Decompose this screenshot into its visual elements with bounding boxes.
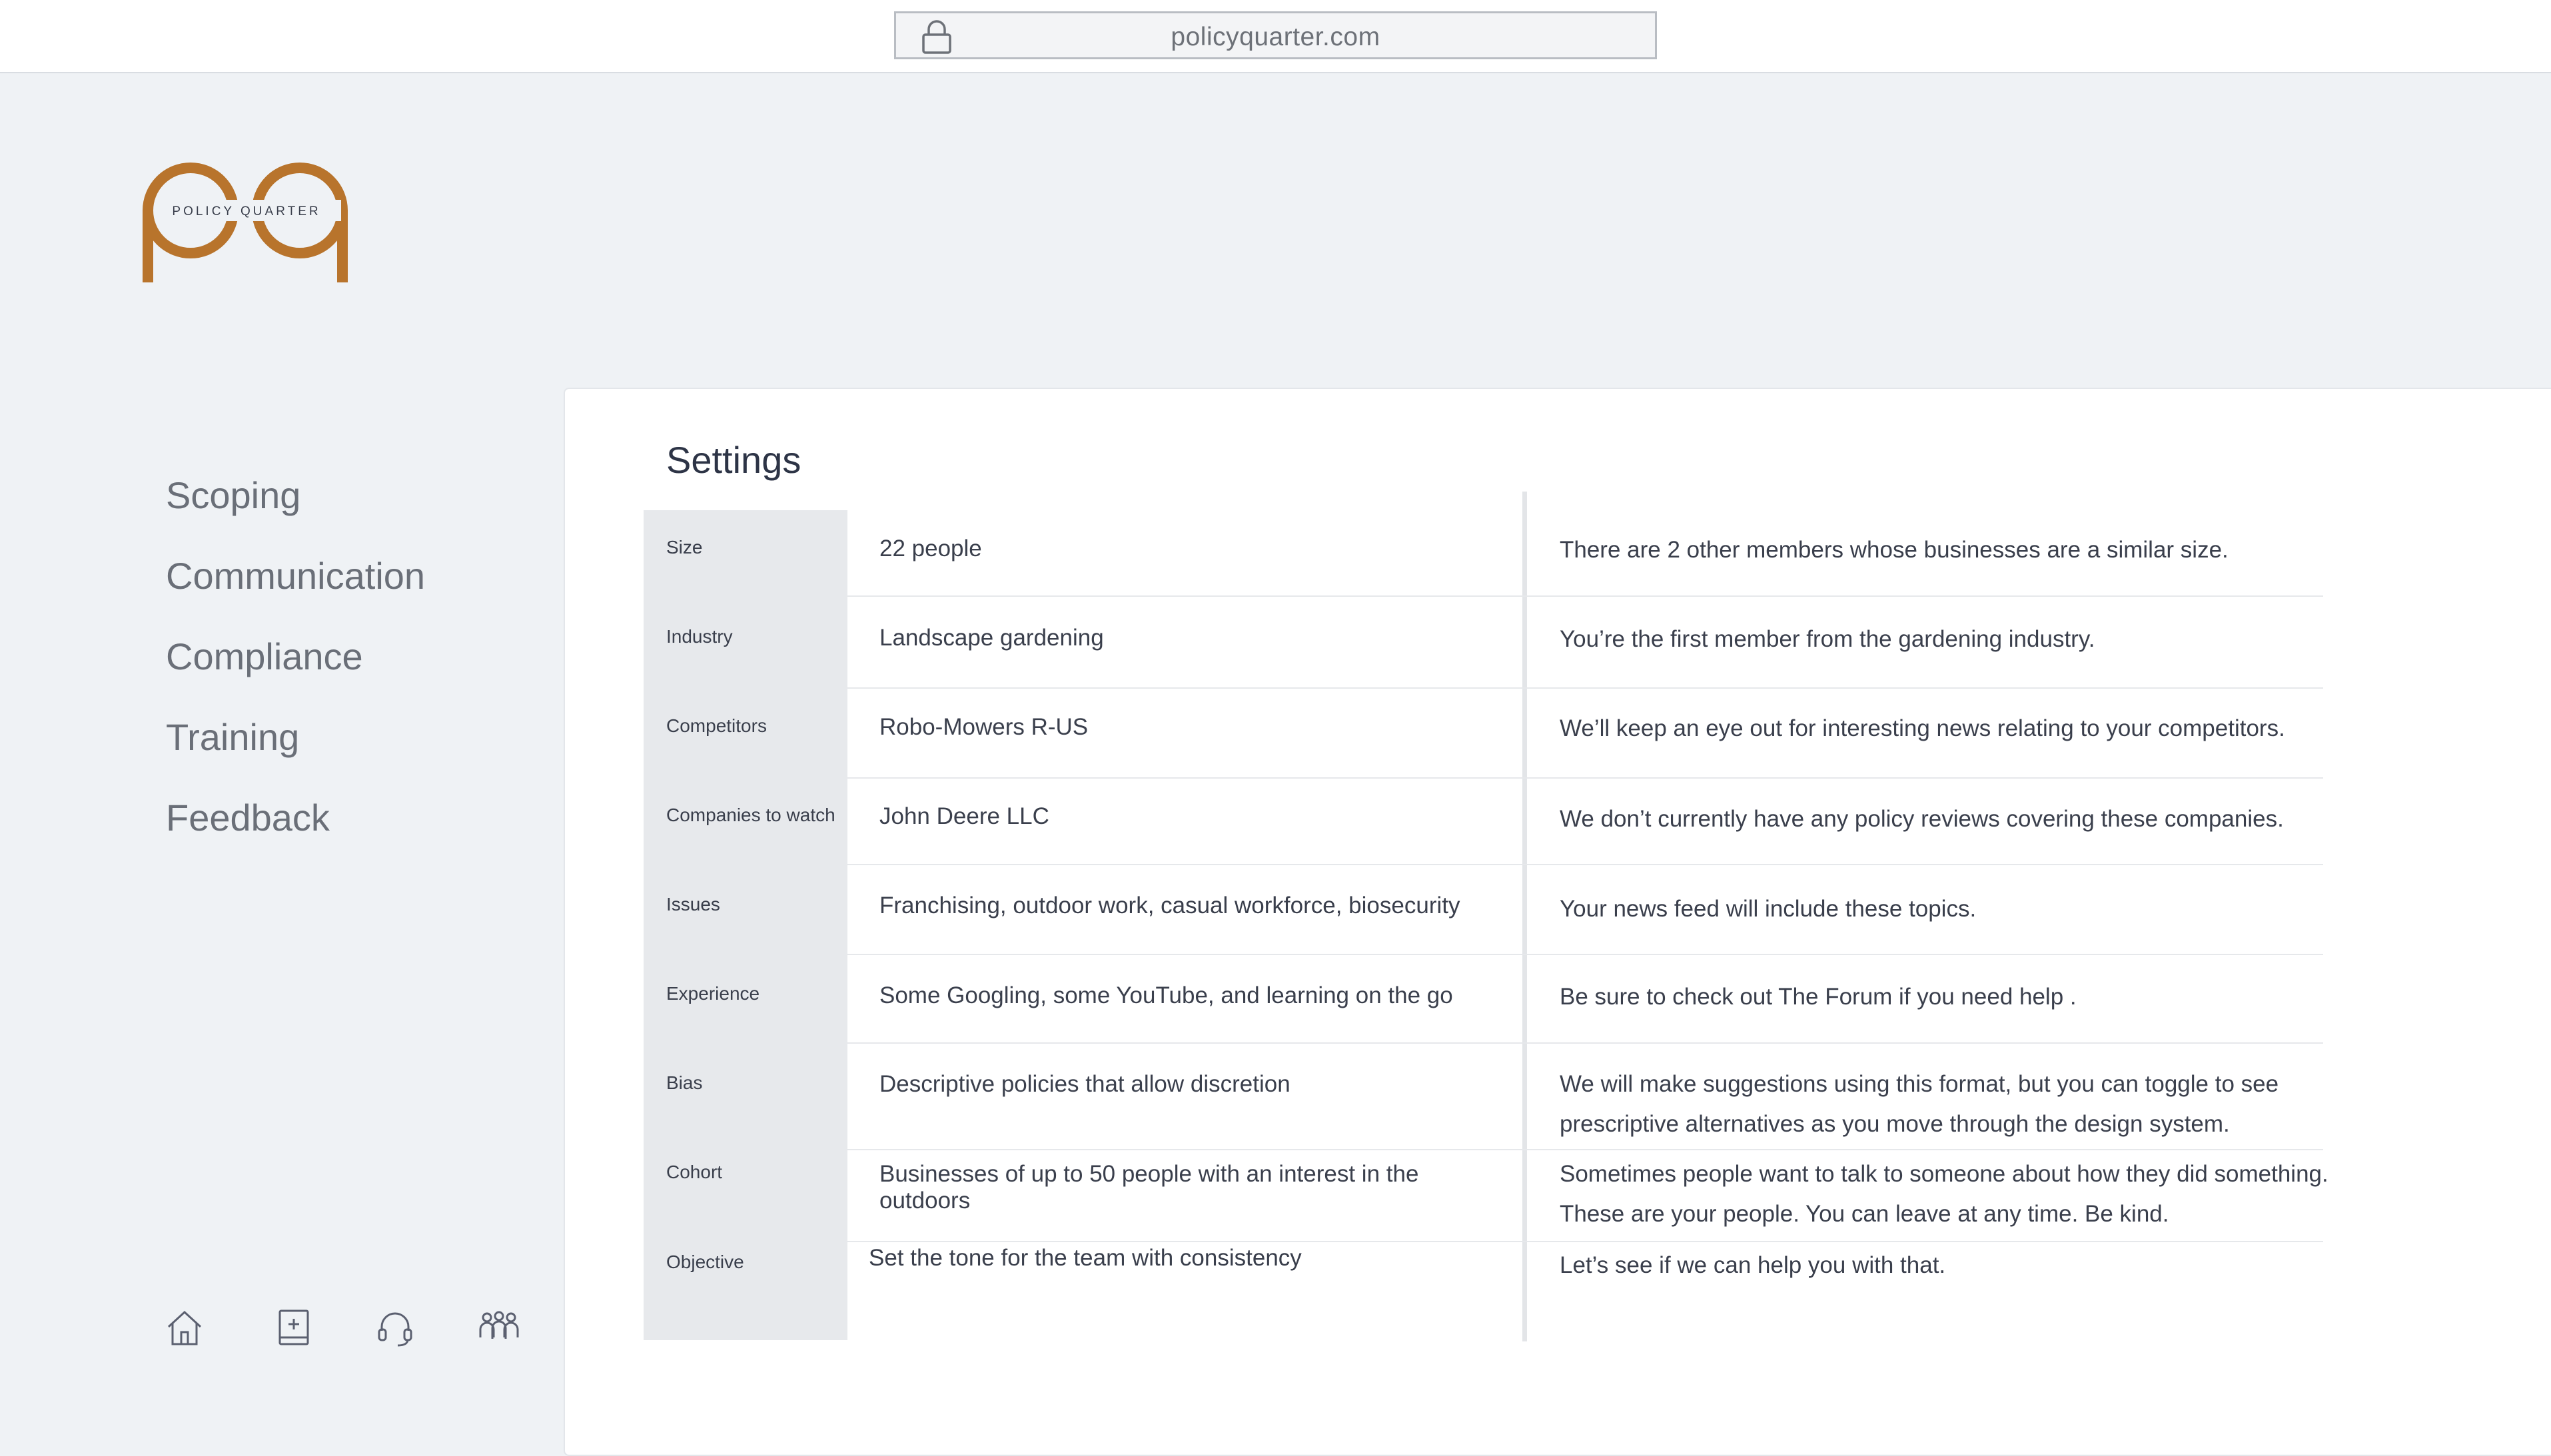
row-note-experience: Be sure to check out The Forum if you ne… xyxy=(1560,984,2077,1010)
nav-item-communication[interactable]: Communication xyxy=(166,555,425,635)
address-bar[interactable]: policyquarter.com xyxy=(894,11,1657,59)
browser-bar: policyquarter.com xyxy=(0,0,2551,73)
group-icon[interactable] xyxy=(478,1307,520,1349)
nav-item-feedback[interactable]: Feedback xyxy=(166,797,425,877)
sidebar-nav: Scoping Communication Compliance Trainin… xyxy=(166,474,425,877)
row-value-competitors[interactable]: Robo-Mowers R-US xyxy=(879,714,1512,741)
row-label-cohort: Cohort xyxy=(666,1162,723,1182)
row-label-companies-to-watch: Companies to watch xyxy=(666,805,835,825)
row-note-competitors: We’ll keep an eye out for interesting ne… xyxy=(1560,715,2285,741)
row-value-companies-to-watch[interactable]: John Deere LLC xyxy=(879,803,1512,830)
row-separator xyxy=(847,1042,2323,1044)
row-separator xyxy=(847,595,2323,597)
row-value-bias[interactable]: Descriptive policies that allow discreti… xyxy=(879,1071,1512,1098)
row-note-objective: Let’s see if we can help you with that. xyxy=(1560,1252,1946,1278)
row-label-competitors: Competitors xyxy=(666,715,767,736)
nav-item-compliance[interactable]: Compliance xyxy=(166,635,425,716)
column-divider xyxy=(1522,492,1527,1341)
row-value-industry[interactable]: Landscape gardening xyxy=(879,625,1512,651)
nav-item-training[interactable]: Training xyxy=(166,716,425,797)
bottom-toolbar xyxy=(163,1307,530,1353)
page-title: Settings xyxy=(666,439,801,481)
row-value-size[interactable]: 22 people xyxy=(879,536,1512,562)
row-value-objective[interactable]: Set the tone for the team with consisten… xyxy=(869,1245,1502,1272)
row-note-issues: Your news feed will include these topics… xyxy=(1560,896,1977,922)
logo-text: POLICY QUARTER xyxy=(172,204,320,218)
row-label-issues: Issues xyxy=(666,894,720,914)
policy-quarter-logo[interactable]: POLICY QUARTER xyxy=(141,157,352,284)
row-note-companies-to-watch: We don’t currently have any policy revie… xyxy=(1560,806,2284,832)
row-note-bias: We will make suggestions using this form… xyxy=(1560,1071,2279,1137)
row-separator xyxy=(847,687,2323,689)
row-note-industry: You’re the first member from the gardeni… xyxy=(1560,626,2095,652)
row-value-experience[interactable]: Some Googling, some YouTube, and learnin… xyxy=(879,982,1512,1009)
row-label-objective: Objective xyxy=(666,1252,744,1272)
row-value-issues[interactable]: Franchising, outdoor work, casual workfo… xyxy=(879,893,1512,919)
row-separator xyxy=(847,1149,2323,1150)
row-label-size: Size xyxy=(666,537,703,557)
row-label-bias: Bias xyxy=(666,1072,703,1093)
add-notebook-icon[interactable] xyxy=(273,1307,316,1349)
row-separator xyxy=(847,864,2323,865)
row-separator xyxy=(847,1241,2323,1242)
row-separator xyxy=(847,954,2323,955)
headset-icon[interactable] xyxy=(374,1307,416,1349)
url-text: policyquarter.com xyxy=(1171,23,1380,51)
nav-item-scoping[interactable]: Scoping xyxy=(166,474,425,555)
row-note-cohort: Sometimes people want to talk to someone… xyxy=(1560,1161,2328,1227)
row-label-experience: Experience xyxy=(666,983,760,1004)
home-icon[interactable] xyxy=(163,1307,206,1349)
row-separator xyxy=(847,777,2323,779)
row-note-size: There are 2 other members whose business… xyxy=(1560,537,2229,563)
row-label-industry: Industry xyxy=(666,626,733,647)
row-value-cohort[interactable]: Businesses of up to 50 people with an in… xyxy=(879,1161,1512,1214)
